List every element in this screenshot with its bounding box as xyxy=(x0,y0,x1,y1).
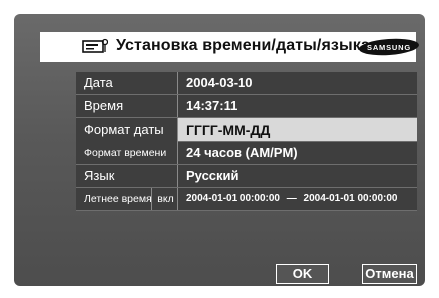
dst-toggle[interactable]: вкл xyxy=(154,188,178,210)
time-label: Время xyxy=(76,95,178,117)
samsung-logo: SAMSUNG xyxy=(359,38,419,56)
dst-range: 2004-01-01 00:00:00 — 2004-01-01 00:00:0… xyxy=(186,188,398,210)
dialog-title: Установка времени/даты/языка xyxy=(116,37,370,54)
cancel-button[interactable]: Отмена xyxy=(362,264,417,284)
time-value: 14:37:11 xyxy=(186,98,238,113)
date-format-label: Формат даты xyxy=(76,118,178,142)
dst-range-end: 2004-01-01 00:00:00 xyxy=(303,193,398,204)
ok-button[interactable]: OK xyxy=(276,264,329,284)
date-value: 2004-03-10 xyxy=(186,75,253,90)
time-format-value: 24 часов (AM/PM) xyxy=(186,145,298,160)
date-format-row[interactable]: Формат даты ГГГГ-ММ-ДД xyxy=(76,118,417,142)
time-format-row[interactable]: Формат времени 24 часов (AM/PM) xyxy=(76,142,417,165)
dst-range-separator: — xyxy=(286,193,297,204)
dst-row[interactable]: Летнее время вкл 2004-01-01 00:00:00 — 2… xyxy=(76,188,417,211)
date-label: Дата xyxy=(76,72,178,94)
dst-range-start: 2004-01-01 00:00:00 xyxy=(186,193,280,204)
time-format-label: Формат времени xyxy=(76,142,178,164)
dvr-device-icon xyxy=(82,38,108,53)
dialog-titlebar: Установка времени/даты/языка SAMSUNG xyxy=(40,32,419,62)
time-row[interactable]: Время 14:37:11 xyxy=(76,95,417,118)
svg-text:SAMSUNG: SAMSUNG xyxy=(367,43,411,52)
date-row[interactable]: Дата 2004-03-10 xyxy=(76,72,417,95)
settings-list: Дата 2004-03-10 Время 14:37:11 Формат да… xyxy=(76,72,417,220)
date-format-value: ГГГГ-ММ-ДД xyxy=(186,122,271,138)
language-row[interactable]: Язык Русский xyxy=(76,165,417,188)
language-label: Язык xyxy=(76,165,178,187)
dst-label: Летнее время xyxy=(76,188,152,210)
language-value: Русский xyxy=(186,168,239,183)
